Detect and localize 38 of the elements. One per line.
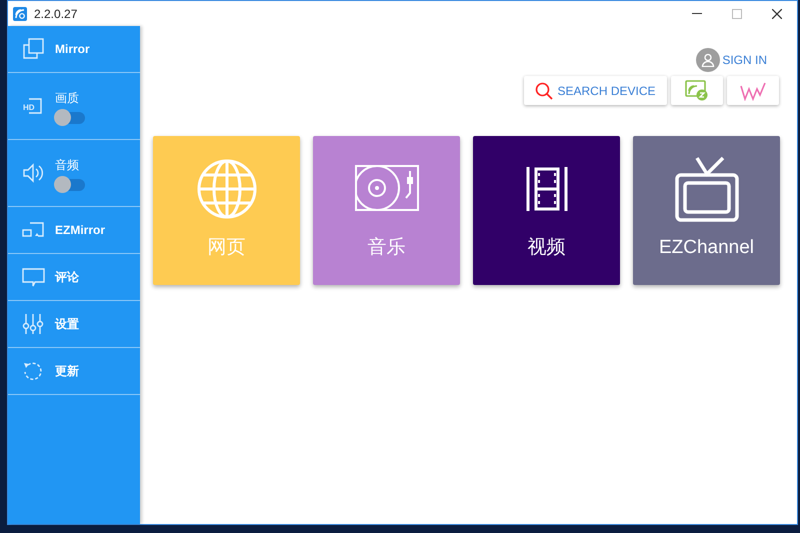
window-title: 2.2.0.27 — [34, 6, 78, 22]
speaker-icon — [22, 162, 46, 184]
pen-button[interactable] — [727, 76, 779, 105]
toggle-switch[interactable] — [55, 178, 85, 190]
category-tile[interactable]: EZChannel — [633, 136, 780, 285]
search-device-button[interactable]: SEARCH DEVICE — [524, 76, 667, 105]
user-icon — [701, 53, 716, 67]
sidebar-label: Mirror — [55, 41, 90, 58]
cast-button[interactable] — [671, 76, 723, 105]
sidebar-item[interactable]: 更新 — [8, 348, 140, 395]
sidebar-label: 更新 — [55, 363, 79, 380]
sign-in-text: SIGN IN — [722, 52, 767, 69]
film-strip-icon — [526, 167, 568, 211]
sign-in-link[interactable]: SIGN IN — [696, 48, 767, 72]
maximize-icon[interactable] — [732, 8, 742, 18]
sidebar-item[interactable]: 设置 — [8, 301, 140, 348]
setting-label: 画质 — [55, 90, 80, 106]
tv-icon — [674, 156, 738, 222]
cast-icon — [685, 80, 709, 102]
globe-icon — [196, 158, 258, 220]
category-tile[interactable]: 音乐 — [313, 136, 460, 285]
app-logo-icon — [13, 6, 27, 20]
close-icon[interactable] — [772, 8, 782, 18]
scribble-pen-icon — [740, 80, 766, 100]
sidebar-item[interactable]: 评论 — [8, 254, 140, 301]
toggle-switch[interactable] — [55, 112, 85, 124]
sidebar-item[interactable]: Mirror — [8, 26, 140, 73]
sliders-icon — [22, 313, 46, 335]
speech-bubble-icon — [22, 266, 46, 288]
sidebar-label: EZMirror — [55, 222, 106, 239]
category-tile[interactable]: 视频 — [473, 136, 620, 285]
sidebar-item[interactable]: EZMirror — [8, 207, 140, 254]
sidebar-label: 设置 — [55, 316, 79, 333]
setting-label: 音频 — [55, 156, 80, 174]
copy-squares-icon — [22, 38, 46, 60]
search-icon — [535, 82, 554, 100]
sidebar-label: 评论 — [55, 269, 79, 286]
turntable-icon — [354, 164, 418, 214]
